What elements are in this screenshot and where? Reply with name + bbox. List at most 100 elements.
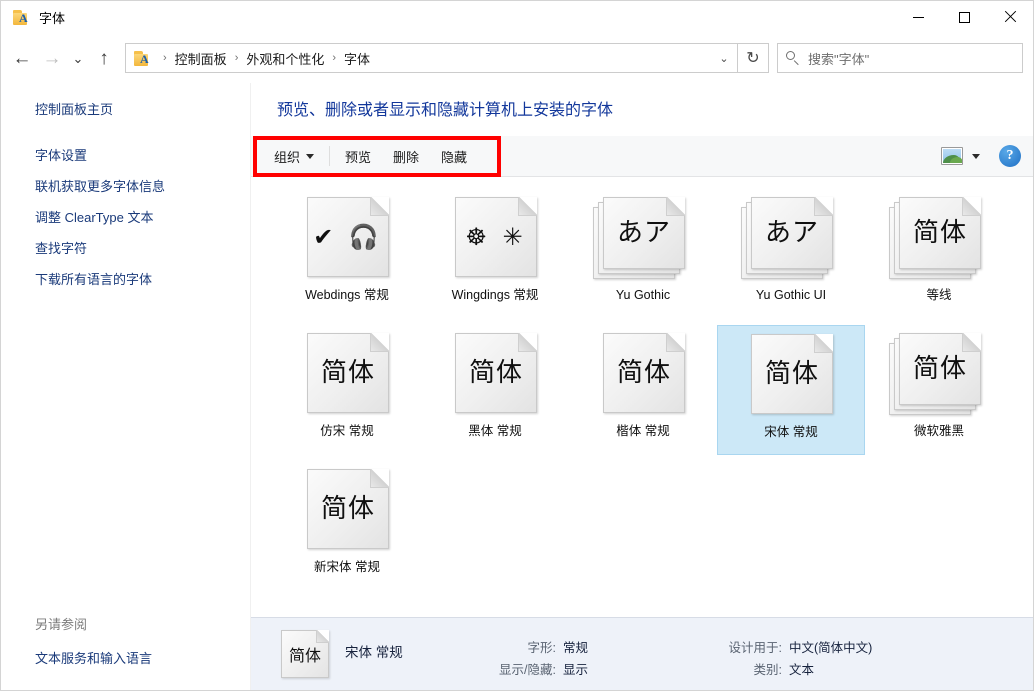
font-name-label: Yu Gothic — [616, 287, 670, 303]
refresh-button[interactable]: ↻ — [737, 43, 769, 73]
sidebar-item-text-services-input-languages[interactable]: 文本服务和输入语言 — [1, 643, 250, 674]
font-sheet: 简体 — [603, 333, 685, 413]
font-tile-xinsongti[interactable]: 简体 新宋体 常规 — [273, 461, 421, 591]
details-columns: 宋体 常规 字形: 常规 显示/隐藏: 显示 设计用于: — [335, 629, 1033, 679]
font-icon: ✔ 🎧 — [297, 195, 397, 281]
delete-button[interactable]: 删除 — [382, 143, 430, 170]
up-button[interactable]: ↑ — [89, 43, 119, 73]
font-icon: 简体 — [297, 467, 397, 553]
chevron-down-icon — [972, 154, 980, 159]
font-sample-text: ☸ ✳ — [465, 225, 526, 249]
font-name-label: Webdings 常规 — [305, 287, 389, 303]
font-icon: 简体 — [297, 331, 397, 417]
font-sample-text: 简体 — [617, 360, 671, 386]
close-icon — [1004, 11, 1016, 23]
toolbar: 组织 预览 删除 隐藏 ? — [251, 136, 1033, 177]
font-sheet: ☸ ✳ — [455, 197, 537, 277]
font-icon: ☸ ✳ — [445, 195, 545, 281]
font-tile-webdings[interactable]: ✔ 🎧 Webdings 常规 — [273, 189, 421, 319]
font-sample-text: あア — [617, 220, 671, 246]
font-tile-fangsong[interactable]: 简体 仿宋 常规 — [273, 325, 421, 455]
breadcrumb-item-1[interactable]: 外观和个性化 — [244, 49, 326, 68]
font-tile-yu-gothic[interactable]: あア Yu Gothic — [569, 189, 717, 319]
details-column-left: 字形: 常规 显示/隐藏: 显示 — [453, 629, 653, 679]
back-button[interactable]: ← — [7, 43, 37, 73]
preview-button[interactable]: 预览 — [334, 143, 382, 170]
minimize-button[interactable] — [895, 1, 941, 33]
breadcrumb-separator-0: › — [157, 52, 173, 64]
page-fold-icon — [370, 469, 389, 488]
font-tile-heiti[interactable]: 简体 黑体 常规 — [421, 325, 569, 455]
page-fold-icon — [814, 334, 833, 353]
maximize-icon — [959, 12, 970, 23]
view-layout-icon[interactable] — [941, 147, 963, 165]
font-tile-dengxian[interactable]: 简体 等线 — [865, 189, 1013, 319]
page-fold-icon — [316, 630, 329, 643]
forward-button[interactable]: → — [37, 43, 67, 73]
breadcrumb-item-0[interactable]: 控制面板 — [173, 49, 229, 68]
body-area: 控制面板主页 字体设置 联机获取更多字体信息 调整 ClearType 文本 查… — [1, 83, 1033, 690]
font-sample-text: 简体 — [321, 496, 375, 522]
font-sample-text: 简体 — [469, 360, 523, 386]
font-tile-wingdings[interactable]: ☸ ✳ Wingdings 常规 — [421, 189, 569, 319]
address-bar: ← → ⌄ ↑ A › 控制面板 › 外观和个性化 › 字体 ⌄ ↻ 搜索"字体… — [1, 33, 1033, 83]
sidebar-see-also-section: 另请参阅 文本服务和输入语言 — [1, 610, 250, 690]
font-sample-text: 简体 — [913, 220, 967, 246]
font-sheet: 简体 — [899, 333, 981, 405]
breadcrumb-item-2[interactable]: 字体 — [342, 49, 372, 68]
toolbar-right-group: ? — [941, 145, 1033, 167]
sidebar-item-download-all-language-fonts[interactable]: 下载所有语言的字体 — [1, 264, 250, 295]
page-fold-icon — [814, 197, 833, 216]
sidebar-item-control-panel-home[interactable]: 控制面板主页 — [1, 101, 250, 118]
details-row-visibility: 显示/隐藏: 显示 — [453, 661, 653, 679]
organize-label: 组织 — [274, 147, 300, 166]
details-value: 常规 — [563, 639, 588, 657]
sidebar: 控制面板主页 字体设置 联机获取更多字体信息 调整 ClearType 文本 查… — [1, 83, 251, 690]
font-icon-stack: あア — [741, 195, 841, 281]
font-icon-stack: 简体 — [889, 331, 989, 417]
hide-button[interactable]: 隐藏 — [430, 143, 478, 170]
minimize-icon — [913, 17, 924, 18]
font-control-panel-window: A 字体 ← → ⌄ ↑ A › 控制面板 › 外观和个性化 › 字体 — [0, 0, 1034, 691]
recent-locations-button[interactable]: ⌄ — [67, 43, 89, 73]
sidebar-item-adjust-cleartype[interactable]: 调整 ClearType 文本 — [1, 202, 250, 233]
details-key: 类别: — [697, 661, 789, 679]
sidebar-item-font-settings[interactable]: 字体设置 — [1, 140, 250, 171]
page-fold-icon — [666, 333, 685, 352]
font-tile-yu-gothic-ui[interactable]: あア Yu Gothic UI — [717, 189, 865, 319]
details-column-right: 设计用于: 中文(简体中文) 类别: 文本 — [697, 629, 872, 679]
close-button[interactable] — [987, 1, 1033, 33]
organize-button[interactable]: 组织 — [263, 143, 325, 170]
font-tile-songti-selected[interactable]: 简体 宋体 常规 — [717, 325, 865, 455]
breadcrumb-folder-icon: A — [134, 51, 152, 66]
details-font-name: 宋体 常规 — [335, 641, 453, 661]
font-tile-kaiti[interactable]: 简体 楷体 常规 — [569, 325, 717, 455]
breadcrumb-separator-2[interactable]: › — [326, 52, 342, 64]
search-input[interactable]: 搜索"字体" — [808, 49, 869, 68]
details-row-category: 类别: 文本 — [697, 661, 872, 679]
maximize-button[interactable] — [941, 1, 987, 33]
font-name-label: 新宋体 常规 — [314, 559, 380, 575]
page-fold-icon — [962, 333, 981, 352]
page-fold-icon — [666, 197, 685, 216]
search-box[interactable]: 搜索"字体" — [777, 43, 1023, 73]
details-key: 显示/隐藏: — [453, 661, 563, 679]
details-key: 设计用于: — [697, 639, 789, 657]
breadcrumb-bar[interactable]: A › 控制面板 › 外观和个性化 › 字体 ⌄ — [125, 43, 738, 73]
search-icon — [786, 51, 800, 65]
breadcrumb-separator-1[interactable]: › — [229, 52, 245, 64]
font-tile-microsoft-yahei[interactable]: 简体 微软雅黑 — [865, 325, 1013, 455]
sidebar-item-find-character[interactable]: 查找字符 — [1, 233, 250, 264]
details-value: 文本 — [789, 661, 814, 679]
page-title: 预览、删除或者显示和隐藏计算机上安装的字体 — [251, 83, 1033, 123]
help-button[interactable]: ? — [999, 145, 1021, 167]
breadcrumb-dropdown-icon[interactable]: ⌄ — [711, 44, 737, 72]
details-pane: 简体 宋体 常规 字形: 常规 显示/隐藏: 显示 — [251, 617, 1033, 690]
font-sheet: ✔ 🎧 — [307, 197, 389, 277]
page-fold-icon — [370, 333, 389, 352]
sidebar-item-get-more-fonts-online[interactable]: 联机获取更多字体信息 — [1, 171, 250, 202]
page-fold-icon — [370, 197, 389, 216]
view-options-dropdown-button[interactable] — [965, 145, 987, 167]
font-sample-text: ✔ 🎧 — [313, 225, 383, 249]
font-sample-text: 简体 — [913, 356, 967, 382]
